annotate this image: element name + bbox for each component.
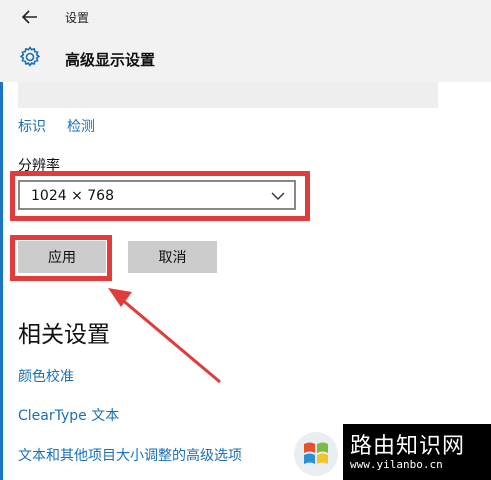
advanced-sizing-link[interactable]: 文本和其他项目大小调整的高级选项 [18, 445, 242, 465]
cleartype-text-link[interactable]: ClearType 文本 [18, 405, 119, 425]
window-title: 设置 [65, 11, 90, 25]
related-settings-title: 相关设置 [18, 322, 110, 348]
apply-button[interactable]: 应用 [18, 241, 106, 273]
resolution-dropdown[interactable]: 1024 × 768 [18, 180, 296, 210]
gear-icon [19, 46, 41, 67]
detect-link[interactable]: 检测 [67, 116, 95, 136]
resolution-value: 1024 × 768 [31, 188, 114, 204]
back-button[interactable] [18, 6, 42, 28]
page-title: 高级显示设置 [65, 51, 156, 69]
windows-logo-icon [294, 432, 338, 476]
color-calibration-link[interactable]: 颜色校准 [18, 366, 74, 386]
identify-link[interactable]: 标识 [18, 116, 46, 136]
back-arrow-icon [22, 10, 37, 24]
watermark-url: www.yilanbo.cn [350, 458, 443, 471]
display-preview-area [18, 82, 438, 108]
cancel-button[interactable]: 取消 [128, 241, 217, 273]
chevron-down-icon [271, 192, 285, 200]
watermark-title: 路由知识网 [350, 434, 466, 459]
